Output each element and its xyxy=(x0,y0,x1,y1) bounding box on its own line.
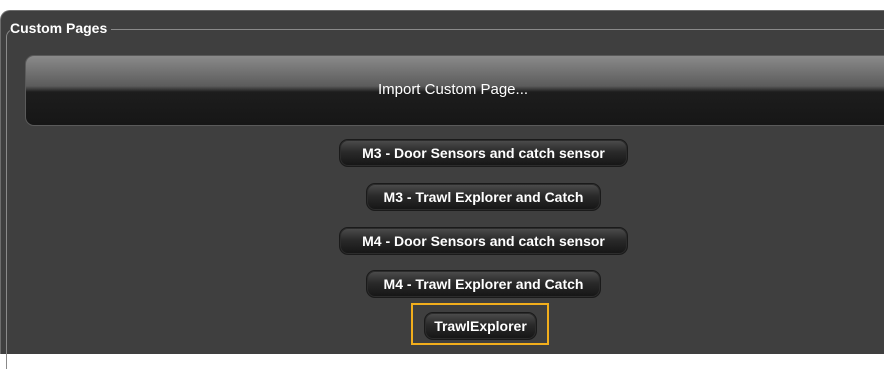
import-custom-page-label: Import Custom Page... xyxy=(377,81,529,98)
custom-page-button-m3-door-sensors[interactable]: M3 - Door Sensors and catch sensor xyxy=(339,139,628,167)
custom-page-button-m4-trawl-explorer[interactable]: M4 - Trawl Explorer and Catch xyxy=(366,270,601,298)
custom-pages-group-title: Custom Pages xyxy=(10,20,112,36)
import-custom-page-button[interactable]: Import Custom Page... xyxy=(25,55,884,126)
custom-page-button-trawlexplorer[interactable]: TrawlExplorer xyxy=(424,312,537,340)
custom-page-button-m4-door-sensors[interactable]: M4 - Door Sensors and catch sensor xyxy=(339,227,628,255)
custom-page-button-m3-trawl-explorer[interactable]: M3 - Trawl Explorer and Catch xyxy=(366,183,601,211)
